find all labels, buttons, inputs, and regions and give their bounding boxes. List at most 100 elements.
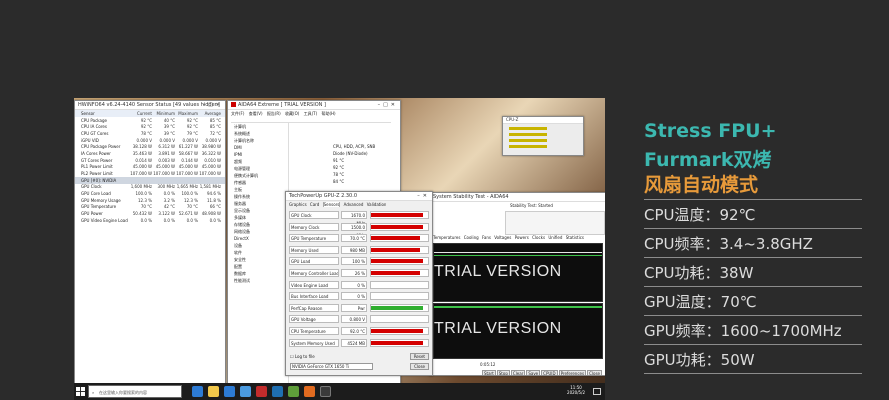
tree-item[interactable]: 显示设备	[228, 207, 288, 214]
table-row[interactable]: CPU Package Power 38.128 W 6.312 W 61.227 W…	[75, 143, 225, 150]
table-row[interactable]: GPU Video Engine Load 0.0 % 0.0 % 0.0 % 0.0 …	[75, 217, 225, 224]
gpuz-tab[interactable]: Validation	[367, 202, 387, 207]
table-row[interactable]: GPU Core Load 100.0 % 0.0 % 100.0 % 94.6 %	[75, 190, 225, 197]
menu-help[interactable]: 帮助(H)	[321, 111, 335, 116]
stability-button-cpuid[interactable]: CPUID	[541, 370, 558, 375]
tree-item[interactable]: DMI	[228, 144, 288, 151]
stability-tabs[interactable]: Temperatures Cooling Fans Voltages Power…	[433, 235, 584, 240]
sensor-row[interactable]: System Memory Used 4524 MB	[289, 338, 429, 347]
taskbar-search-box[interactable]: ⌕ 在这里输入你要搜索的内容	[88, 385, 182, 398]
stability-test-window[interactable]: System Stability Test - AIDA64 Stability…	[429, 192, 605, 376]
hwinfo-group-gpu[interactable]: GPU [#0]: NVIDIA	[75, 176, 225, 184]
tree-item[interactable]: 服务器	[228, 200, 288, 207]
sensor-row[interactable]: Memory Controller Load 26 %	[289, 269, 429, 277]
clock[interactable]: 11:50 2020/5/2	[567, 385, 585, 395]
tree-item[interactable]: 安全性	[228, 256, 288, 263]
close-button[interactable]: Close	[410, 363, 429, 370]
tree-item[interactable]: 超频	[228, 158, 288, 165]
tree-item[interactable]: 性能测试	[228, 277, 288, 284]
table-row[interactable]: GPU Power 50.432 W 3.122 W 52.671 W 48.908 W	[75, 210, 225, 217]
menu-favorites[interactable]: 收藏(O)	[285, 111, 299, 116]
gpuz-window[interactable]: TechPowerUp GPU-Z 2.30.0 –✕ Graphics Car…	[285, 191, 433, 376]
windows-start-icon[interactable]	[76, 387, 85, 396]
stability-button-close[interactable]: Close	[587, 370, 602, 375]
cpuz-taskbar-icon[interactable]	[320, 386, 331, 397]
aida64-tree[interactable]: 计算机 系统概述 计算机名称 DMI IPMI 超频 电源管理 便携式计算机 传感器 主板 操作系统…	[228, 123, 289, 383]
menu-file[interactable]: 文件(F)	[231, 111, 244, 116]
tree-item[interactable]: 多媒体	[228, 214, 288, 221]
sensor-row[interactable]: GPU Load 100 %	[289, 257, 429, 266]
file-explorer-icon[interactable]	[208, 386, 219, 397]
task-view-icon[interactable]	[192, 386, 203, 397]
gpuz-tab[interactable]: Advanced	[344, 202, 364, 207]
hwinfo-taskbar-icon[interactable]	[272, 386, 283, 397]
gpuz-taskbar-icon[interactable]	[288, 386, 299, 397]
tree-item[interactable]: 计算机名称	[228, 137, 288, 144]
furmark-taskbar-icon[interactable]	[304, 386, 315, 397]
table-row[interactable]: CPU Package 92 °C 40 °C 92 °C 85 °C	[75, 117, 225, 124]
gpu-select[interactable]: NVIDIA GeForce GTX 1650 Ti	[290, 363, 373, 370]
sensor-row[interactable]: PerfCap Reason Pwr	[289, 303, 429, 312]
table-row[interactable]: GPU Memory Usage 12.3 % 3.2 % 12.3 % 11.8 %	[75, 197, 225, 204]
tree-item[interactable]: DirectX	[228, 235, 288, 242]
tree-item[interactable]: 传感器	[228, 179, 288, 186]
gpuz-tab[interactable]: Graphics Card	[289, 202, 319, 207]
edge-browser-icon[interactable]	[224, 386, 235, 397]
hwinfo-window[interactable]: HWiNFO64 v6.24-4140 Sensor Status [49 va…	[74, 100, 226, 384]
tree-item[interactable]: 存储设备	[228, 221, 288, 228]
menu-tools[interactable]: 工具(T)	[304, 111, 318, 116]
tree-item[interactable]: 网络设备	[228, 228, 288, 235]
tree-item[interactable]: 配置	[228, 263, 288, 270]
stability-tab[interactable]: Unified	[548, 235, 562, 240]
test-options-panel[interactable]	[505, 211, 605, 235]
table-row[interactable]: GT Cores Power 0.014 W 0.003 W 0.144 W 0.010…	[75, 157, 225, 164]
sensor-row[interactable]: GPU Clock1670.0 MHz	[289, 211, 429, 226]
stability-tab[interactable]: Cooling Fans	[464, 235, 491, 240]
stability-button-preferences[interactable]: Preferences	[558, 370, 587, 375]
table-row[interactable]: PL1 Power Limit 45.000 W 45.000 W 45.000 W4…	[75, 164, 225, 171]
gpuz-tab[interactable]: Sensors	[322, 202, 341, 207]
gpuz-tabs[interactable]: Graphics Card Sensors Advanced Validatio…	[289, 202, 386, 207]
tree-item[interactable]: 便携式计算机	[228, 172, 288, 179]
sensor-row[interactable]: GPU Voltage 0.800 V	[289, 315, 429, 324]
table-row[interactable]: CPU IA Cores 92 °C 39 °C 92 °C 85 °C	[75, 123, 225, 130]
stability-button-start[interactable]: Start	[481, 370, 496, 375]
stability-button-stop[interactable]: Stop	[496, 370, 510, 375]
store-icon[interactable]	[240, 386, 251, 397]
stability-tab[interactable]: Temperatures	[433, 235, 460, 240]
sensor-row[interactable]: Bus Interface Load 0 %	[289, 292, 429, 301]
tree-item[interactable]: 系统概述	[228, 130, 288, 137]
sensor-row[interactable]: CPU Temperature 92.0 °C	[289, 327, 429, 335]
menu-view[interactable]: 查看(V)	[249, 111, 263, 116]
window-controls[interactable]: –□✕	[378, 101, 398, 109]
stability-tab[interactable]: Voltages	[494, 235, 511, 240]
reset-button[interactable]: Reset	[409, 353, 429, 360]
table-row[interactable]: iGPU VID 0.000 V 0.000 V 0.000 V 0.000 V	[75, 137, 225, 144]
table-row[interactable]: IA Cores Power 35.463 W 3.891 W 58.667 W 36.…	[75, 150, 225, 157]
stability-button-clear[interactable]: Clear	[510, 370, 526, 375]
mini-monitor-window[interactable]: CPU-Z	[502, 116, 584, 156]
stability-tab[interactable]: Clocks	[532, 235, 545, 240]
sensor-row[interactable]: Memory Used 980 MB	[289, 245, 429, 254]
tree-item[interactable]: 操作系统	[228, 193, 288, 200]
tree-item[interactable]: 软件	[228, 249, 288, 256]
stability-button-save[interactable]: Save	[526, 370, 541, 375]
menu-report[interactable]: 报告(R)	[267, 111, 281, 116]
tree-item[interactable]: 主板	[228, 186, 288, 193]
notification-icon[interactable]	[593, 388, 601, 395]
sensor-row[interactable]: Video Engine Load 0 %	[289, 280, 429, 289]
aida64-taskbar-icon[interactable]	[256, 386, 267, 397]
sensor-row[interactable]: Memory Clock1500.0 MHz	[289, 222, 429, 238]
stability-tab[interactable]: Statistics	[566, 235, 584, 240]
table-row[interactable]: CPU GT Cores 78 °C 39 °C 79 °C 72 °C	[75, 130, 225, 137]
tree-item[interactable]: IPMI	[228, 151, 288, 158]
table-row[interactable]: GPU Temperature 70 °C 42 °C 70 °C 66 °C	[75, 204, 225, 211]
log-to-file-checkbox[interactable]: ☐ Log to file	[290, 354, 315, 359]
tree-item[interactable]: 设备	[228, 242, 288, 249]
table-row[interactable]: GPU Clock 1,600 MHz 300 MHz 1,665 MHz 1,581 …	[75, 184, 225, 191]
window-controls[interactable]: –□✕	[203, 101, 223, 109]
tree-item[interactable]: 计算机	[228, 123, 288, 130]
tree-item[interactable]: 电源管理	[228, 165, 288, 172]
tree-item[interactable]: 数据库	[228, 270, 288, 277]
window-controls[interactable]: –✕	[417, 192, 430, 200]
